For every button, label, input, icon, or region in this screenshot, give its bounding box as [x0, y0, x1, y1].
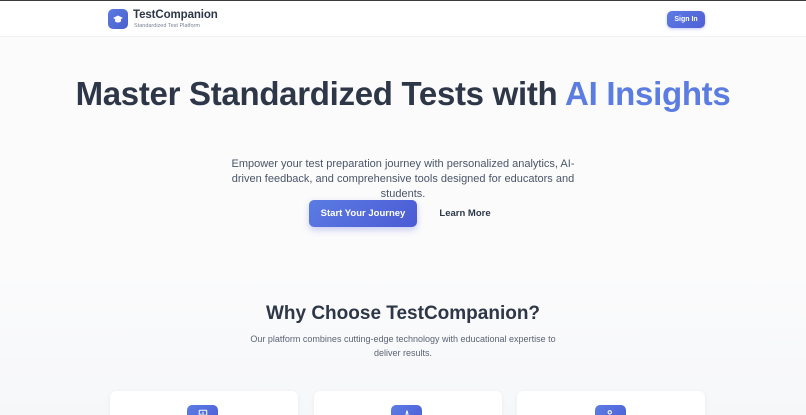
chart-icon: [198, 409, 207, 415]
section-title: Why Choose TestCompanion?: [265, 303, 541, 324]
hero-subtitle: Empower your test preparation journey wi…: [231, 158, 575, 200]
feature-card-icon: [391, 405, 422, 415]
hero-title: Master Standardized Tests with AI Insigh…: [0, 75, 806, 112]
brand-name: TestCompanion: [133, 9, 218, 21]
graduation-cap-icon: [113, 15, 123, 23]
feature-card-icon: [187, 405, 218, 415]
brain-icon: [404, 410, 409, 415]
top-header: TestCompanion Standardized Test Platform…: [0, 1, 806, 37]
hero-title-accent: AI Insights: [565, 75, 731, 112]
section-subtitle: Our platform combines cutting-edge techn…: [250, 334, 556, 358]
start-journey-button[interactable]: Start Your Journey: [309, 200, 417, 227]
feature-card-icon: [595, 405, 626, 415]
users-icon: [607, 410, 612, 415]
hero-title-main: Master Standardized Tests with: [75, 75, 566, 112]
sign-in-button[interactable]: Sign In: [667, 11, 705, 28]
brand-tagline: Standardized Test Platform: [134, 23, 200, 29]
brand-logo[interactable]: [108, 9, 128, 29]
learn-more-button[interactable]: Learn More: [428, 200, 502, 227]
